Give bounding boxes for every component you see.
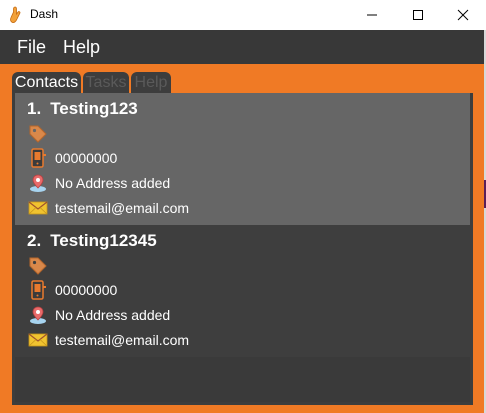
location-pin-icon <box>28 173 48 193</box>
maximize-button[interactable] <box>395 0 441 30</box>
envelope-icon <box>28 198 48 218</box>
close-button[interactable] <box>440 0 486 30</box>
tab-help[interactable]: Help <box>131 72 171 94</box>
envelope-icon <box>28 330 48 350</box>
contact-phone: 00000000 <box>55 282 118 298</box>
contact-email: testemail@email.com <box>55 200 190 216</box>
menu-help[interactable]: Help <box>63 37 100 58</box>
tag-icon <box>28 124 48 144</box>
window-title: Dash <box>30 7 59 21</box>
app-window: Dash File Help Contacts Tasks Help 1. Tes… <box>0 0 486 413</box>
location-pin-icon <box>28 305 48 325</box>
contact-address: No Address added <box>55 307 171 323</box>
tab-tasks[interactable]: Tasks <box>83 72 129 94</box>
minimize-button[interactable] <box>349 0 395 30</box>
contact-index: 1. <box>27 99 42 118</box>
contact-address: No Address added <box>55 175 171 191</box>
contact-name-row: 1. Testing123 <box>27 99 138 119</box>
title-bar[interactable]: Dash <box>0 0 486 30</box>
contact-card[interactable]: 2. Testing12345 00000000 No Address adde… <box>15 225 470 357</box>
contact-phone: 00000000 <box>55 150 118 166</box>
phone-icon <box>28 280 48 300</box>
contact-name: Testing123 <box>50 99 138 118</box>
phone-icon <box>28 148 48 168</box>
main-content: Contacts Tasks Help 1. Testing123 000000… <box>0 64 484 413</box>
contact-list-panel: 1. Testing123 00000000 No Address added … <box>12 93 473 405</box>
contact-name: Testing12345 <box>50 231 157 250</box>
menu-bar: File Help <box>0 30 484 64</box>
contact-card[interactable]: 1. Testing123 00000000 No Address added … <box>15 93 470 225</box>
hand-icon <box>9 6 25 24</box>
tag-icon <box>28 256 48 276</box>
contact-name-row: 2. Testing12345 <box>27 231 157 251</box>
close-icon <box>457 9 469 21</box>
menu-file[interactable]: File <box>17 37 46 58</box>
tab-contacts[interactable]: Contacts <box>12 72 81 94</box>
contact-list[interactable]: 1. Testing123 00000000 No Address added … <box>15 93 470 402</box>
contact-email: testemail@email.com <box>55 332 190 348</box>
contact-index: 2. <box>27 231 42 250</box>
maximize-icon <box>413 10 423 20</box>
minimize-icon <box>367 14 377 16</box>
